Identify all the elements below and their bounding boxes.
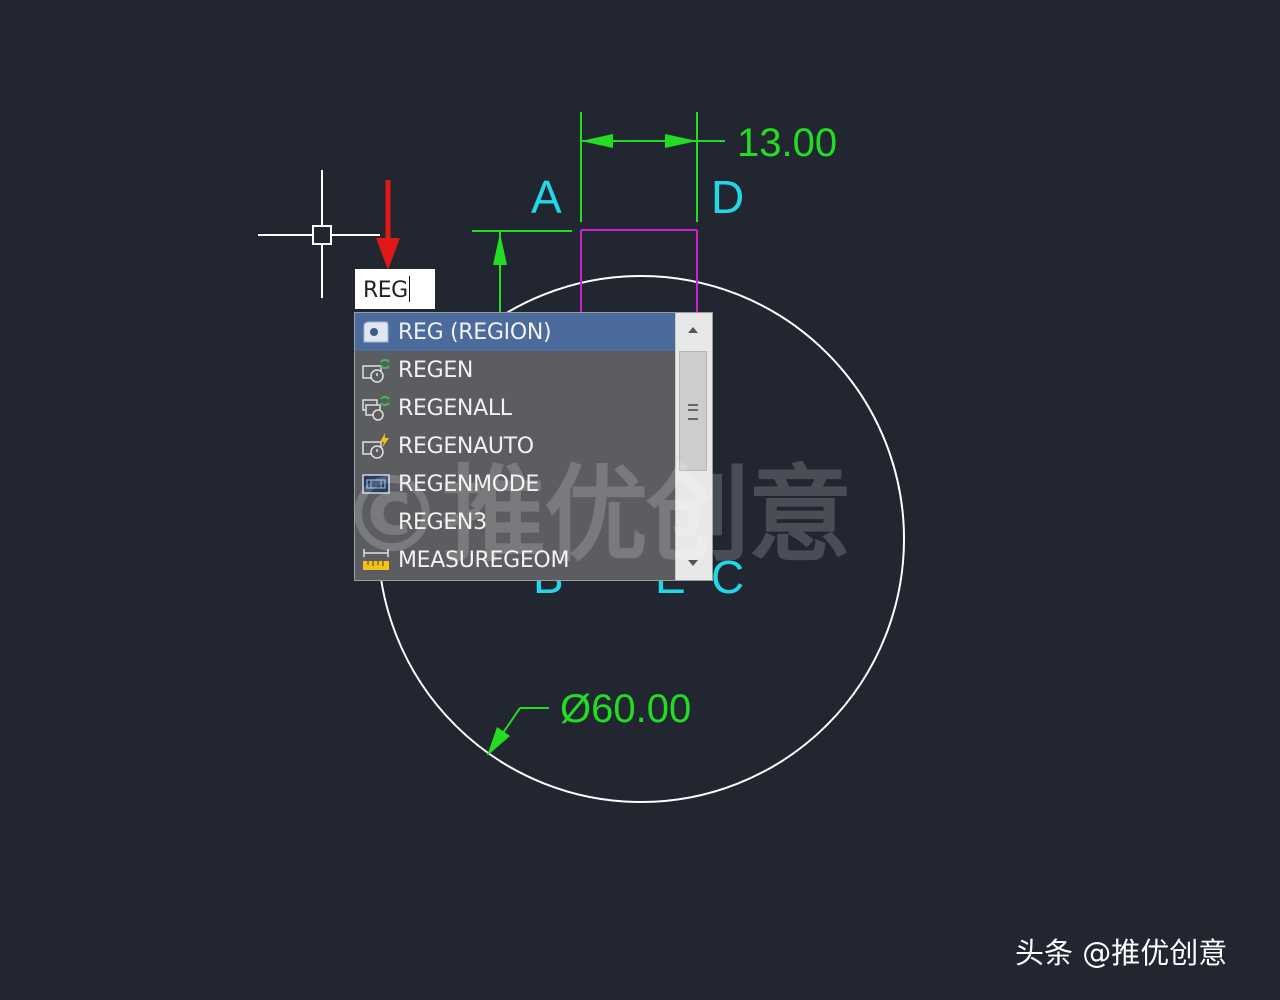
autocomplete-item-regenauto[interactable]: REGENAUTO	[355, 427, 677, 465]
command-autocomplete-list[interactable]: REG (REGION) REGEN REGENALL REGENAUTO RE…	[354, 312, 713, 581]
autocomplete-item-regen[interactable]: REGEN	[355, 351, 677, 389]
regen-icon	[360, 355, 392, 385]
autocomplete-item-regen3[interactable]: REGEN3	[355, 503, 677, 541]
scrollbar-thumb[interactable]	[679, 351, 707, 471]
slot-outline[interactable]	[580, 229, 698, 320]
autocomplete-item-label: MEASUREGEOM	[398, 547, 570, 573]
linear-dimension[interactable]	[580, 112, 725, 222]
diameter-leader[interactable]	[487, 707, 549, 756]
grip-icon	[688, 404, 698, 420]
autocomplete-item-label: REGENAUTO	[398, 433, 534, 459]
point-label-c: C	[711, 551, 744, 603]
autocomplete-item-label: REGENALL	[398, 395, 512, 421]
autocomplete-item-regenall[interactable]: REGENALL	[355, 389, 677, 427]
regenauto-icon	[360, 431, 392, 461]
measuregeom-icon	[360, 545, 392, 575]
dimension-width-text: 13.00	[737, 121, 837, 165]
point-label-d: D	[711, 171, 744, 223]
red-arrow-icon	[376, 180, 400, 270]
autocomplete-items: REG (REGION) REGEN REGENALL REGENAUTO RE…	[355, 313, 677, 579]
source-credit: 头条 @推优创意	[1015, 936, 1228, 970]
point-label-a: A	[531, 171, 562, 223]
regenall-icon	[360, 393, 392, 423]
blank-icon	[360, 507, 392, 537]
regenmode-icon	[360, 469, 392, 499]
autocomplete-item-regenmode[interactable]: REGENMODE	[355, 465, 677, 503]
autocomplete-item-region[interactable]: REG (REGION)	[355, 313, 677, 351]
dimension-diameter-text: Ø60.00	[560, 687, 691, 731]
vertical-dimension[interactable]	[472, 230, 572, 315]
autocomplete-item-label: REGEN	[398, 357, 474, 383]
command-input[interactable]: REG	[355, 269, 435, 309]
autocomplete-item-measuregeom[interactable]: MEASUREGEOM	[355, 541, 677, 579]
text-caret	[408, 276, 410, 302]
autocomplete-item-label: REGENMODE	[398, 471, 540, 497]
region-icon	[360, 317, 392, 347]
scroll-down-icon[interactable]	[688, 560, 698, 566]
autocomplete-item-label: REGEN3	[398, 509, 487, 535]
scroll-up-icon[interactable]	[688, 327, 698, 333]
command-input-text: REG	[363, 278, 408, 303]
autocomplete-item-label: REG (REGION)	[398, 319, 552, 345]
autocomplete-scrollbar[interactable]	[675, 313, 712, 580]
